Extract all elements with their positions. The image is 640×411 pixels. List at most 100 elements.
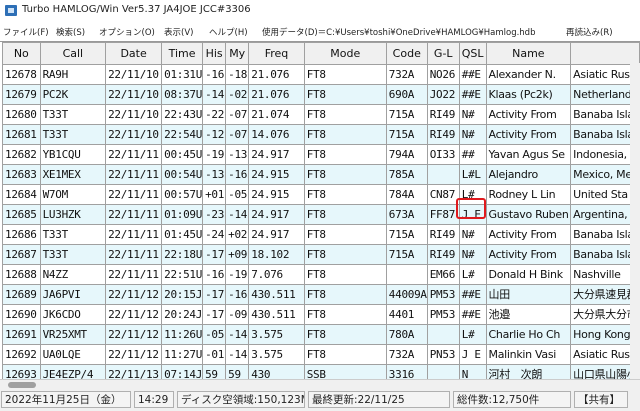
cell-date[interactable]: 22/11/11 (105, 204, 163, 225)
cell-no[interactable]: 12685 (2, 204, 41, 225)
cell-name[interactable]: Rodney L Lin (485, 184, 572, 205)
cell-gl[interactable]: RI49 (426, 104, 460, 125)
column-header-addr[interactable] (570, 42, 640, 65)
cell-call[interactable]: JA6PVI (39, 284, 107, 305)
cell-mode[interactable]: FT8 (303, 324, 387, 345)
cell-gl[interactable]: PN53 (426, 344, 460, 365)
cell-time[interactable]: 22:51U (161, 264, 204, 285)
cell-mode[interactable]: FT8 (303, 144, 387, 165)
cell-gl[interactable]: NO26 (426, 64, 460, 85)
cell-mode[interactable]: FT8 (303, 224, 387, 245)
cell-his[interactable]: +01 (202, 184, 227, 205)
column-header-gl[interactable]: G-L (426, 42, 460, 65)
cell-date[interactable]: 22/11/12 (105, 324, 163, 345)
cell-my[interactable]: -05 (225, 184, 250, 205)
cell-no[interactable]: 12683 (2, 164, 41, 185)
menu-search[interactable]: 検索(S) (56, 26, 85, 38)
cell-no[interactable]: 12678 (2, 64, 41, 85)
menu-options[interactable]: オプション(O) (99, 26, 155, 38)
cell-mode[interactable]: FT8 (303, 304, 387, 325)
cell-date[interactable]: 22/11/12 (105, 304, 163, 325)
cell-gl[interactable]: JO22 (426, 84, 460, 105)
menu-data-file[interactable]: 使用データ(D)＝C:¥Users¥toshi¥OneDrive¥HAMLOG¥… (262, 26, 535, 38)
table-row[interactable]: 12689 JA6PVI 22/11/12 20:15J -17 -16 430.511 FT… (2, 284, 640, 305)
cell-freq[interactable]: 430.511 (248, 284, 305, 305)
cell-my[interactable]: -16 (225, 284, 250, 305)
cell-gl[interactable]: OI33 (426, 144, 460, 165)
cell-mode[interactable]: FT8 (303, 244, 387, 265)
table-row[interactable]: 12678 RA9H 22/11/10 01:31U -16 -18 21.076 FT8 73… (2, 64, 640, 85)
cell-code[interactable]: 673A (385, 204, 428, 225)
cell-mode[interactable]: FT8 (303, 284, 387, 305)
cell-freq[interactable]: 24.917 (248, 224, 305, 245)
cell-no[interactable]: 12692 (2, 344, 41, 365)
cell-name[interactable]: Alejandro (485, 164, 572, 185)
cell-my[interactable]: -07 (225, 124, 250, 145)
cell-code[interactable]: 784A (385, 184, 428, 205)
cell-mode[interactable]: FT8 (303, 184, 387, 205)
cell-my[interactable]: -02 (225, 84, 250, 105)
table-row[interactable]: 12691 VR25XMT 22/11/12 11:26U -05 -14 3.575 FT8… (2, 324, 640, 345)
cell-my[interactable]: -19 (225, 264, 250, 285)
cell-date[interactable]: 22/11/12 (105, 284, 163, 305)
cell-name[interactable]: Klaas (Pc2k) (485, 84, 572, 105)
cell-freq[interactable]: 24.917 (248, 144, 305, 165)
cell-gl[interactable]: CN87 (426, 184, 460, 205)
cell-time[interactable]: 20:15J (161, 284, 204, 305)
cell-his[interactable]: -17 (202, 244, 227, 265)
menu-view[interactable]: 表示(V) (164, 26, 193, 38)
cell-code[interactable]: 690A (385, 84, 428, 105)
cell-mode[interactable]: FT8 (303, 124, 387, 145)
cell-time[interactable]: 22:43U (161, 104, 204, 125)
cell-code[interactable]: 785A (385, 164, 428, 185)
cell-freq[interactable]: 21.074 (248, 104, 305, 125)
cell-mode[interactable]: FT8 (303, 344, 387, 365)
cell-his[interactable]: -23 (202, 204, 227, 225)
cell-my[interactable]: -18 (225, 64, 250, 85)
cell-qsl[interactable]: N# (458, 124, 487, 145)
cell-code[interactable]: 715A (385, 104, 428, 125)
cell-gl[interactable] (426, 324, 460, 345)
menu-help[interactable]: ヘルプ(H) (209, 26, 248, 38)
cell-time[interactable]: 20:24J (161, 304, 204, 325)
cell-my[interactable]: -13 (225, 144, 250, 165)
cell-his[interactable]: -05 (202, 324, 227, 345)
cell-time[interactable]: 01:09U (161, 204, 204, 225)
cell-code[interactable]: 715A (385, 244, 428, 265)
cell-call[interactable]: LU3HZK (39, 204, 107, 225)
cell-qsl[interactable]: L#L (458, 164, 487, 185)
cell-qsl[interactable]: ##E (458, 284, 487, 305)
table-row[interactable]: 12683 XE1MEX 22/11/11 00:54U -13 -16 24.915 FT8… (2, 164, 640, 185)
cell-call[interactable]: XE1MEX (39, 164, 107, 185)
cell-date[interactable]: 22/11/11 (105, 264, 163, 285)
cell-gl[interactable]: FF87 (426, 204, 460, 225)
cell-freq[interactable]: 24.915 (248, 164, 305, 185)
cell-time[interactable]: 00:57U (161, 184, 204, 205)
column-header-his[interactable]: His (202, 42, 227, 65)
cell-freq[interactable]: 24.917 (248, 204, 305, 225)
cell-his[interactable]: -16 (202, 64, 227, 85)
cell-his[interactable]: -16 (202, 264, 227, 285)
cell-qsl[interactable]: N# (458, 104, 487, 125)
cell-his[interactable]: -19 (202, 144, 227, 165)
cell-call[interactable]: W7OM (39, 184, 107, 205)
cell-call[interactable]: UA0LQE (39, 344, 107, 365)
cell-gl[interactable]: RI49 (426, 224, 460, 245)
cell-code[interactable]: 794A (385, 144, 428, 165)
cell-no[interactable]: 12691 (2, 324, 41, 345)
cell-name[interactable]: Activity From (485, 244, 572, 265)
cell-call[interactable]: JK6CDO (39, 304, 107, 325)
table-row[interactable]: 12680 T33T 22/11/10 22:43U -22 -07 21.074 FT8 71… (2, 104, 640, 125)
cell-freq[interactable]: 21.076 (248, 84, 305, 105)
cell-no[interactable]: 12687 (2, 244, 41, 265)
table-row[interactable]: 12686 T33T 22/11/11 01:45U -24 +02 24.917 FT8 71… (2, 224, 640, 245)
cell-mode[interactable]: FT8 (303, 164, 387, 185)
table-row[interactable]: 12681 T33T 22/11/10 22:54U -12 -07 14.076 FT8 71… (2, 124, 640, 145)
table-row[interactable]: 12690 JK6CDO 22/11/12 20:24J -17 -09 430.511 FT… (2, 304, 640, 325)
cell-mode[interactable]: FT8 (303, 104, 387, 125)
cell-time[interactable]: 11:27U (161, 344, 204, 365)
cell-my[interactable]: -09 (225, 304, 250, 325)
cell-gl[interactable]: PM53 (426, 304, 460, 325)
cell-my[interactable]: -16 (225, 164, 250, 185)
cell-mode[interactable]: FT8 (303, 64, 387, 85)
